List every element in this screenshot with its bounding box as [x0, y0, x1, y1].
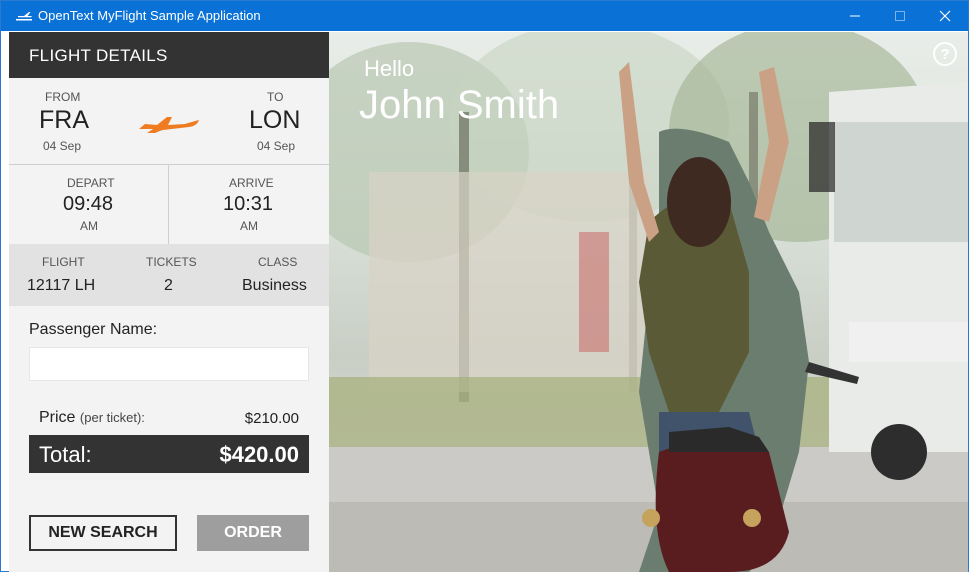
from-code: FRA: [39, 106, 89, 134]
to-label: TO: [267, 90, 284, 104]
price-label-text: Price: [39, 409, 76, 426]
divider: [168, 165, 169, 244]
to-date: 04 Sep: [257, 139, 296, 153]
depart-label: DEPART: [67, 176, 115, 190]
class-value: Business: [242, 277, 307, 294]
depart-time: 09:48: [63, 193, 114, 215]
from-date: 04 Sep: [43, 139, 82, 153]
times-section: DEPART 09:48 AM ARRIVE 10:31 AM: [9, 165, 329, 244]
arrive-ampm: AM: [240, 219, 258, 233]
title-bar[interactable]: OpenText MyFlight Sample Application: [1, 1, 968, 31]
plane-icon: [16, 12, 32, 21]
help-icon: ?: [940, 45, 950, 63]
tickets-value: 2: [164, 277, 173, 294]
total-value: $420.00: [219, 442, 299, 467]
order-button[interactable]: ORDER: [197, 515, 309, 551]
app-window: OpenText MyFlight Sample Application FLI…: [0, 0, 969, 572]
tickets-label: TICKETS: [146, 255, 197, 269]
minimize-button[interactable]: [832, 1, 878, 31]
flight-label: FLIGHT: [42, 255, 85, 269]
hero-photo: Hello John Smith ?: [329, 32, 968, 572]
close-icon: [939, 10, 951, 22]
desktop-background: [968, 0, 976, 578]
arrive-time: 10:31: [223, 193, 274, 215]
class-label: CLASS: [258, 255, 298, 269]
close-button[interactable]: [922, 1, 968, 31]
price-sub-label: (per ticket):: [79, 410, 145, 425]
maximize-button[interactable]: [877, 1, 923, 31]
price-value: $210.00: [244, 410, 299, 427]
total-bar: Total: $420.00: [29, 435, 309, 473]
greeting: Hello: [364, 56, 415, 81]
passenger-name-label: Passenger Name:: [29, 321, 158, 338]
depart-ampm: AM: [80, 219, 98, 233]
user-name: John Smith: [359, 83, 560, 127]
help-button[interactable]: ?: [933, 42, 957, 66]
flight-info-section: FLIGHT 12117 LH TICKETS 2 CLASS Business: [9, 244, 329, 306]
panel-title: FLIGHT DETAILS: [29, 46, 168, 65]
passenger-name-input[interactable]: [29, 347, 309, 381]
panel-header: FLIGHT DETAILS: [9, 32, 329, 78]
price-label: Price (per ticket):: [39, 409, 145, 427]
price-row: Price (per ticket): $210.00: [39, 409, 299, 429]
from-label: FROM: [45, 90, 81, 104]
airplane-icon: [139, 117, 199, 133]
minimize-icon: [850, 15, 860, 17]
window-title: OpenText MyFlight Sample Application: [38, 8, 261, 23]
to-code: LON: [249, 106, 301, 134]
total-label: Total:: [39, 442, 92, 467]
arrive-label: ARRIVE: [229, 176, 274, 190]
maximize-icon: [895, 11, 905, 21]
new-search-button[interactable]: NEW SEARCH: [29, 515, 177, 551]
route-section: FROM FRA 04 Sep TO LON 04 Sep: [9, 78, 329, 164]
flight-value: 12117 LH: [27, 277, 96, 294]
flight-details-panel: FLIGHT DETAILS FROM FRA 04 Sep TO LON 04…: [9, 32, 329, 572]
